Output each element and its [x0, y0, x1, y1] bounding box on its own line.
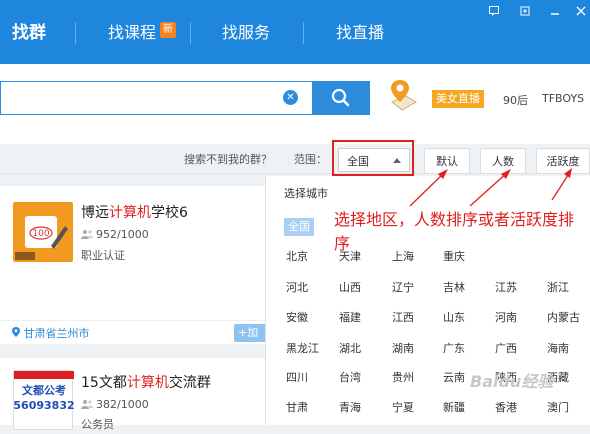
- watermark: Baidu经验: [470, 372, 554, 391]
- annotation-arrow: [409, 171, 571, 207]
- annotation-text: 选择地区，人数排序或者活跃度排序: [334, 210, 575, 253]
- arrowheads: [438, 168, 572, 179]
